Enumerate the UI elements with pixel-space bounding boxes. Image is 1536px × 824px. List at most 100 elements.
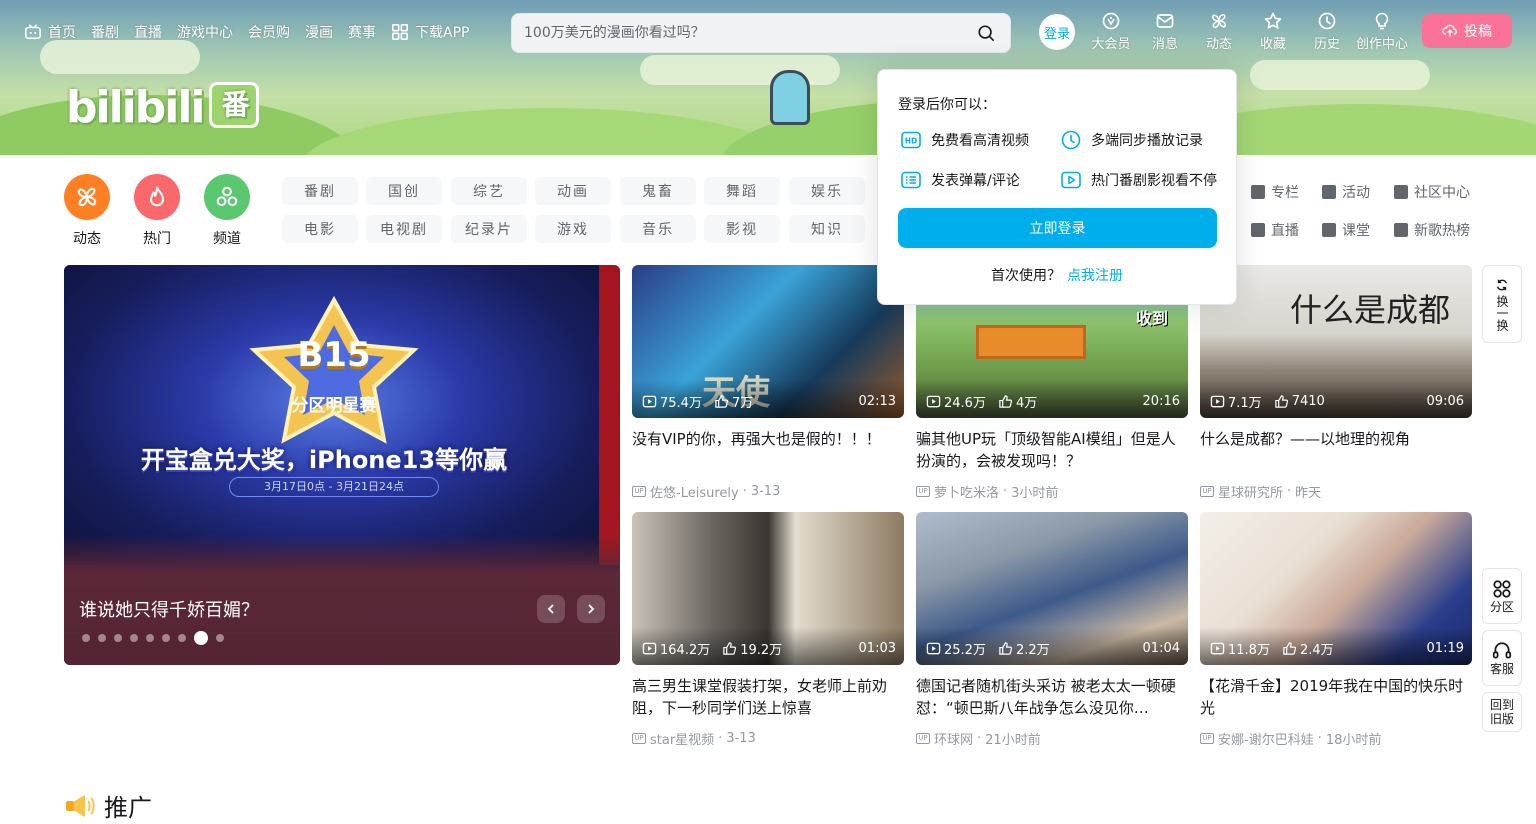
video-card[interactable]: 天使 75.4万 7万 02:13 没有VIP的你，再强大也是假的！！！ UP佐… <box>632 265 904 501</box>
danmaku-icon <box>901 171 921 189</box>
video-title[interactable]: 没有VIP的你，再强大也是假的！！！ <box>632 428 904 472</box>
hero-carousel[interactable]: B15 分区明星赛 开宝盒兑大奖，iPhone13等你赢 3月17日0点 - 3… <box>64 265 620 665</box>
like-count: 2.4万 <box>1282 639 1334 658</box>
channel-tag[interactable]: 电视剧 <box>366 215 442 243</box>
upload-button[interactable]: 投稿 <box>1422 14 1512 48</box>
like-count: 2.2万 <box>998 639 1050 658</box>
login-avatar-button[interactable]: 登录 <box>1039 14 1075 50</box>
nav-creator-center[interactable]: 创作中心 <box>1354 11 1410 52</box>
video-author[interactable]: UP star星视频 · 3-13 <box>632 729 904 748</box>
channel-hot[interactable]: 热门 <box>134 174 180 248</box>
channel-tag[interactable]: 娱乐 <box>789 177 865 205</box>
video-title[interactable]: 什么是成都？——以地理的视角 <box>1200 428 1472 472</box>
view-count: 11.8万 <box>1210 639 1270 658</box>
refresh-feed-button[interactable]: 换一换 <box>1482 265 1522 343</box>
channel-tag[interactable]: 纪录片 <box>451 215 527 243</box>
nav-bangumi[interactable]: 番剧 <box>91 22 119 42</box>
channel-new-songs[interactable]: 新歌热榜 <box>1394 220 1470 240</box>
carousel-dot[interactable] <box>146 634 154 642</box>
video-title[interactable]: 骗其他UP玩「顶级智能AI模组」但是人扮演的，会被发现吗！？ <box>916 428 1188 472</box>
carousel-dot[interactable] <box>130 634 138 642</box>
search-input[interactable] <box>524 25 974 41</box>
nav-vip-shop[interactable]: 会员购 <box>248 22 290 42</box>
video-card[interactable]: 11.8万 2.4万 01:19 【花滑千金】2019年我在中国的快乐时光 UP… <box>1200 512 1472 748</box>
thumb-lava-block <box>976 325 1086 359</box>
channel-tag[interactable]: 番剧 <box>282 177 358 205</box>
nav-manga[interactable]: 漫画 <box>305 22 333 42</box>
channel-channels[interactable]: 频道 <box>204 174 250 248</box>
category-label: 分区 <box>1489 600 1514 614</box>
channel-tag[interactable]: 电影 <box>282 215 358 243</box>
nav-home-label: 首页 <box>48 25 76 41</box>
category-button[interactable]: 分区 <box>1482 568 1522 624</box>
video-card[interactable]: 25.2万 2.2万 01:04 德国记者随机街头采访 被老太太一顿硬怼：“顿巴… <box>916 512 1188 748</box>
video-thumbnail[interactable]: 25.2万 2.2万 01:04 <box>916 512 1188 665</box>
carousel-dot[interactable] <box>178 634 186 642</box>
channel-dynamic[interactable]: 动态 <box>64 174 110 248</box>
carousel-title[interactable]: 谁说她只得千娇百媚？ <box>79 596 259 622</box>
bilibili-logo[interactable]: bilibili 番 <box>66 82 260 133</box>
carousel-dot[interactable] <box>114 634 122 642</box>
nav-esports[interactable]: 赛事 <box>348 22 376 42</box>
search-button[interactable] <box>974 21 998 45</box>
channel-tag[interactable]: 动画 <box>535 177 611 205</box>
view-count: 25.2万 <box>926 639 986 658</box>
video-title[interactable]: 高三男生课堂假装打架，女老师上前劝阻，下一秒同学们送上惊喜 <box>632 675 904 719</box>
channel-tag[interactable]: 鬼畜 <box>620 177 696 205</box>
old-version-button[interactable]: 回到旧版 <box>1482 692 1522 732</box>
nav-game-center[interactable]: 游戏中心 <box>177 22 233 42</box>
channel-column[interactable]: 专栏 <box>1251 182 1299 202</box>
nav-history[interactable]: 历史 <box>1299 11 1355 52</box>
video-title[interactable]: 德国记者随机街头采访 被老太太一顿硬怼：“顿巴斯八年战争怎么没见你… <box>916 675 1188 719</box>
carousel-dot[interactable] <box>194 631 208 645</box>
video-title[interactable]: 【花滑千金】2019年我在中国的快乐时光 <box>1200 675 1472 719</box>
video-author[interactable]: UP 环球网 · 21小时前 <box>916 729 1188 748</box>
channel-tag[interactable]: 综艺 <box>451 177 527 205</box>
carousel-next-button[interactable] <box>577 595 605 623</box>
nav-live[interactable]: 直播 <box>134 22 162 42</box>
megaphone-icon <box>66 794 95 817</box>
nav-messages[interactable]: 消息 <box>1137 11 1193 52</box>
video-author[interactable]: UP 佐悠-Leisurely · 3-13 <box>632 482 904 501</box>
video-card[interactable]: 什么是成都 7.1万 7410 09:06 什么是成都？——以地理的视角 UP 星… <box>1200 265 1472 501</box>
nav-vip[interactable]: 大会员 <box>1083 11 1139 52</box>
video-stats: 7.1万 7410 09:06 <box>1210 392 1464 411</box>
nav-home[interactable]: 首页 <box>24 22 76 42</box>
video-thumbnail[interactable]: 什么是成都 7.1万 7410 09:06 <box>1200 265 1472 418</box>
channel-classroom[interactable]: 课堂 <box>1322 220 1370 240</box>
channel-live[interactable]: 直播 <box>1251 220 1299 240</box>
nav-dynamic[interactable]: 动态 <box>1191 11 1247 52</box>
nav-download-app[interactable]: 下载APP <box>391 22 469 42</box>
video-author[interactable]: UP 萝卜吃米洛 · 3小时前 <box>916 482 1188 501</box>
video-thumbnail[interactable]: 11.8万 2.4万 01:19 <box>1200 512 1472 665</box>
carousel-dot[interactable] <box>216 634 224 642</box>
nav-favorites[interactable]: 收藏 <box>1245 11 1301 52</box>
carousel-dot[interactable] <box>162 634 170 642</box>
register-link[interactable]: 点我注册 <box>1067 268 1123 284</box>
video-thumbnail[interactable]: 天使 75.4万 7万 02:13 <box>632 265 904 418</box>
channel-tag[interactable]: 舞蹈 <box>704 177 780 205</box>
video-author[interactable]: UP 安娜-谢尔巴科娃 · 18小时前 <box>1200 729 1472 748</box>
customer-service-button[interactable]: 客服 <box>1482 630 1522 686</box>
thumb-up-icon <box>715 395 729 408</box>
video-card[interactable]: 164.2万 19.2万 01:03 高三男生课堂假装打架，女老师上前劝阻，下一… <box>632 512 904 748</box>
video-thumbnail[interactable]: 164.2万 19.2万 01:03 <box>632 512 904 665</box>
channel-activity[interactable]: 活动 <box>1322 182 1370 202</box>
channel-tag[interactable]: 国创 <box>366 177 442 205</box>
old-version-label: 回到旧版 <box>1489 698 1514 726</box>
channel-tag[interactable]: 影视 <box>704 215 780 243</box>
carousel-dot[interactable] <box>82 634 90 642</box>
carousel-image[interactable]: B15 分区明星赛 开宝盒兑大奖，iPhone13等你赢 3月17日0点 - 3… <box>64 265 599 565</box>
app-grid-icon <box>391 23 409 41</box>
channel-tag[interactable]: 音乐 <box>620 215 696 243</box>
channel-tag[interactable]: 知识 <box>789 215 865 243</box>
carousel-dot[interactable] <box>98 634 106 642</box>
promo-headline: 开宝盒兑大奖，iPhone13等你赢 <box>140 446 508 474</box>
channel-tag[interactable]: 游戏 <box>535 215 611 243</box>
nav-download-app-label: 下载APP <box>415 25 470 41</box>
login-now-button[interactable]: 立即登录 <box>898 208 1217 248</box>
channel-community-label: 社区中心 <box>1414 185 1470 201</box>
video-author[interactable]: UP 星球研究所 · 昨天 <box>1200 482 1472 501</box>
channel-community[interactable]: 社区中心 <box>1394 182 1470 202</box>
carousel-prev-button[interactable] <box>537 595 565 623</box>
